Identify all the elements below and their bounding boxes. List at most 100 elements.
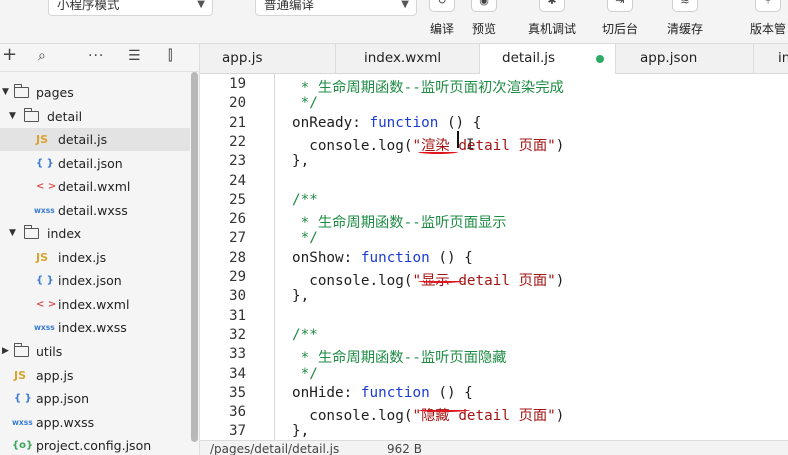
version-management-button[interactable]: ⑂ 版本管 <box>748 0 788 44</box>
remote-debug-button[interactable]: ✱ 真机调试 <box>522 0 582 44</box>
code-token: ) <box>555 408 565 425</box>
folder-open-icon <box>14 84 29 98</box>
code-token: () { <box>429 384 473 401</box>
tab-label: detail.js <box>502 50 556 66</box>
tab-index-wxml[interactable]: index.wxml <box>336 44 480 74</box>
explorer-toolbar: + ⌕ ··· ☰ ⫿ <box>0 44 200 72</box>
tree-label: detail.json <box>58 156 123 171</box>
tree-label: detail.js <box>58 132 108 147</box>
tree-label: index.wxss <box>58 320 127 335</box>
code-token: */ <box>292 230 318 247</box>
line-number: 21 <box>229 114 246 131</box>
tree-label: index.wxml <box>58 297 130 312</box>
js-file-icon: JS <box>36 251 49 264</box>
tree-file-app-wxss[interactable]: wxss app.wxss <box>0 411 190 434</box>
tree-file-index-js[interactable]: JS index.js <box>0 246 190 269</box>
json-file-icon: { } <box>14 393 32 404</box>
tree-folder-detail[interactable]: ▼ detail <box>0 105 190 128</box>
tree-file-index-wxss[interactable]: wxss index.wxss <box>0 316 190 339</box>
code-token: /** <box>292 326 318 343</box>
code-token: }, <box>292 288 310 305</box>
mouse-ibeam-cursor: I <box>466 137 475 153</box>
tree-label: project.config.json <box>36 438 152 453</box>
preview-button[interactable]: ◉ 预览 <box>464 0 504 44</box>
search-icon[interactable]: ⌕ <box>38 48 46 64</box>
line-number: 26 <box>229 211 246 228</box>
compile-label: 编译 <box>429 22 454 36</box>
mode-select[interactable]: 小程序模式 ▼ <box>48 0 213 16</box>
status-file-path: /pages/detail/detail.js <box>210 442 340 455</box>
annotation-underline <box>418 279 464 283</box>
code-token: * 生命周期函数--监听页面显示 <box>292 215 507 232</box>
line-number: 28 <box>229 249 246 266</box>
tree-file-detail-wxss[interactable]: wxss detail.wxss <box>0 199 190 222</box>
tree-label: index.json <box>58 273 122 288</box>
tree-file-index-wxml[interactable]: < > index.wxml <box>0 293 190 316</box>
tree-folder-pages[interactable]: ▼ pages <box>0 81 190 104</box>
code-line: onShow: function () { <box>292 250 473 266</box>
compile-select-value: 普通编译 <box>264 0 315 12</box>
add-icon[interactable]: + <box>2 44 17 65</box>
remote-debug-label: 真机调试 <box>527 22 576 36</box>
code-token: () { <box>429 249 473 266</box>
tree-label: pages <box>36 85 74 100</box>
compile-select[interactable]: 普通编译 ▼ <box>255 0 417 16</box>
tree-folder-index[interactable]: ▼ index <box>0 222 190 245</box>
tree-label: detail.wxml <box>58 179 131 194</box>
collapse-icon[interactable]: ☰ <box>128 48 141 64</box>
tree-file-index-json[interactable]: { } index.json <box>0 269 190 292</box>
mode-select-value: 小程序模式 <box>57 0 120 12</box>
json-file-icon: { } <box>36 275 54 286</box>
branch-icon: ⑂ <box>755 0 781 12</box>
tree-file-detail-wxml[interactable]: < > detail.wxml <box>0 175 190 198</box>
switch-background-icon: ⇥ <box>607 0 633 12</box>
tree-file-detail-js[interactable]: JS detail.js <box>0 128 190 151</box>
tree-file-app-js[interactable]: JS app.js <box>0 364 190 387</box>
tree-folder-utils[interactable]: ▶ utils <box>0 340 190 363</box>
tab-label: app.js <box>222 50 263 66</box>
switch-background-button[interactable]: ⇥ 切后台 <box>597 0 643 44</box>
code-token: console.log( <box>292 137 413 154</box>
line-number: 19 <box>229 76 246 92</box>
text-caret <box>457 131 459 148</box>
version-management-label: 版本管 <box>750 22 787 36</box>
code-token: }, <box>292 423 310 440</box>
line-number: 22 <box>229 133 246 150</box>
line-number: 33 <box>229 346 246 363</box>
folder-open-icon <box>24 108 39 122</box>
explorer-scrollbar[interactable] <box>191 72 198 442</box>
line-number: 25 <box>229 191 246 208</box>
tab-detail-js[interactable]: detail.js <box>480 44 616 75</box>
code-editor[interactable]: 1920212223242526272829303132333435363738… <box>200 74 788 440</box>
code-line: * 生命周期函数--监听页面显示 <box>292 211 507 232</box>
tree-file-app-json[interactable]: { } app.json <box>0 387 190 410</box>
compile-button[interactable]: ↻ 编译 <box>422 0 462 44</box>
tree-label: app.js <box>36 368 74 383</box>
code-line: /** <box>292 327 318 343</box>
code-token: */ <box>292 365 318 382</box>
tree-label: app.wxss <box>36 415 95 430</box>
file-explorer: + ⌕ ··· ☰ ⫿ ▼ pages ▼ detail JS detail.j… <box>0 44 200 455</box>
tab-label: app.json <box>640 50 698 66</box>
tab-app-json[interactable]: app.json <box>616 44 754 74</box>
clear-cache-button[interactable]: ≋ 清缓存 <box>662 0 708 44</box>
code-token: onReady: <box>292 114 370 131</box>
tree-label: utils <box>36 344 63 359</box>
split-icon[interactable]: ⫿ <box>168 48 172 64</box>
line-number: 36 <box>229 404 246 421</box>
more-icon[interactable]: ··· <box>88 48 104 64</box>
chevron-down-icon: ▼ <box>9 228 16 238</box>
tree-file-detail-json[interactable]: { } detail.json <box>0 152 190 175</box>
tab-index-overflow[interactable]: in <box>754 44 788 74</box>
code-line: }, <box>292 288 309 304</box>
tree-file-project-config-json[interactable]: {o} project.config.json <box>0 434 190 455</box>
tab-app-js[interactable]: app.js <box>200 44 336 74</box>
folder-icon <box>14 343 29 357</box>
editor-tabs: app.js index.wxml detail.js app.json in <box>200 44 788 75</box>
code-line: console.log("隐藏 detail 页面") <box>292 404 564 425</box>
status-bar: /pages/detail/detail.js 962 B <box>200 440 788 455</box>
line-number: 20 <box>229 95 246 112</box>
js-file-icon: JS <box>36 133 49 146</box>
code-token: * 生命周期函数--监听页面初次渲染完成 <box>292 80 564 96</box>
json-file-icon: { } <box>36 158 54 169</box>
